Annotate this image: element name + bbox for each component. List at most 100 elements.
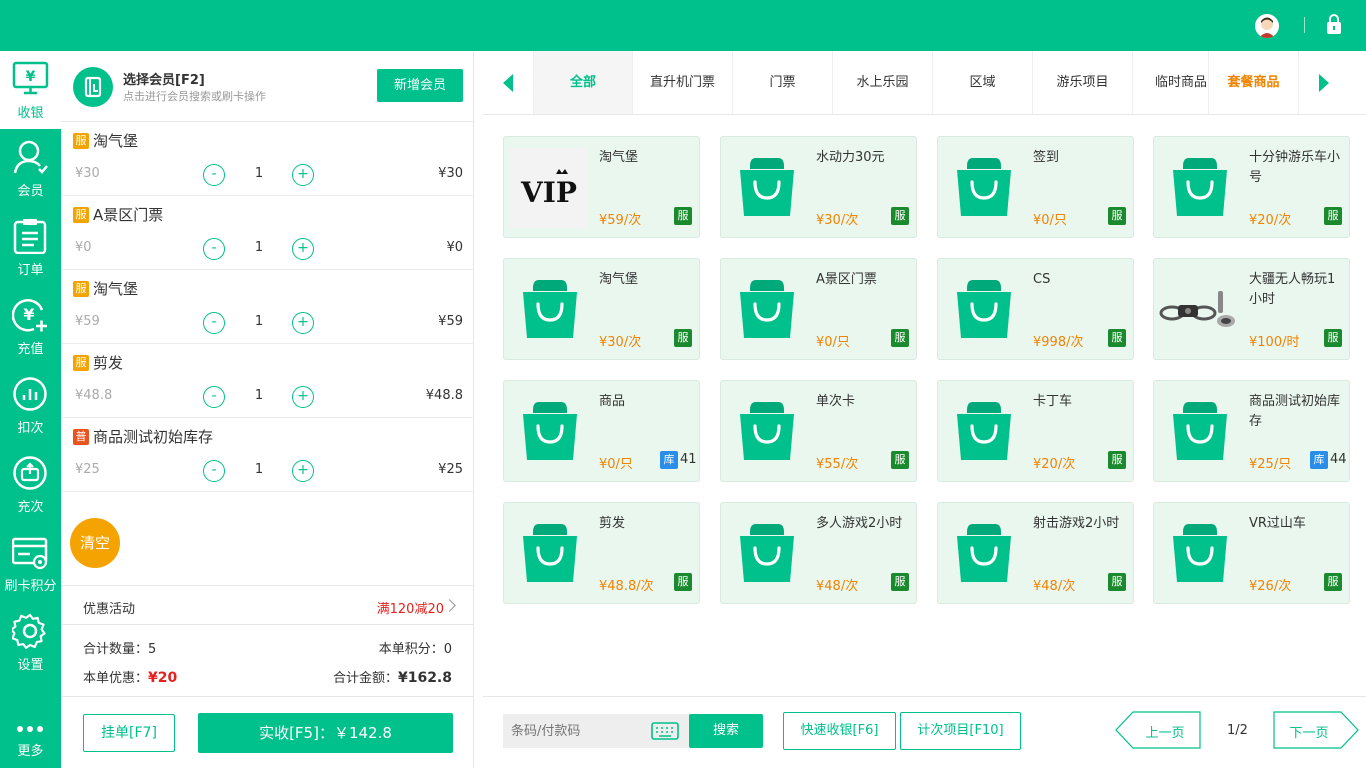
product-card[interactable]: 卡丁车 ¥20/次 服 — [937, 380, 1134, 482]
svg-text:¥: ¥ — [23, 305, 34, 324]
sidebar-item-label: 更多 — [17, 744, 44, 759]
sidebar-item-card-points[interactable]: 刷卡积分 — [0, 524, 61, 602]
prev-page-button[interactable]: 上一页 — [1115, 711, 1201, 749]
stock-tag: 库 — [1310, 451, 1328, 469]
sidebar-item-more[interactable]: 更多 — [0, 711, 61, 768]
decrease-qty-button[interactable]: - — [203, 312, 225, 334]
tab-all[interactable]: 全部 — [533, 51, 633, 114]
cart-item[interactable]: 服 淘气堡 ¥30 - 1 + ¥30 — [61, 122, 474, 196]
product-price: ¥48/次 — [1033, 579, 1076, 594]
service-tag: 服 — [1108, 573, 1126, 591]
order-discount-label: 本单优惠： — [83, 671, 149, 686]
add-member-button[interactable]: 新增会员 — [377, 69, 463, 102]
product-card[interactable]: 水动力30元 ¥30/次 服 — [720, 136, 917, 238]
increase-qty-button[interactable]: + — [292, 164, 314, 186]
increase-qty-button[interactable]: + — [292, 238, 314, 260]
product-card[interactable]: 商品测试初始库存 ¥25/只 库 44 — [1153, 380, 1350, 482]
sidebar-item-recharge[interactable]: ¥ 充值 — [0, 287, 61, 365]
product-name: 淘气堡 — [599, 272, 639, 287]
lock-icon[interactable] — [1326, 13, 1342, 39]
service-tag: 服 — [674, 207, 692, 225]
product-price: ¥0/只 — [1033, 213, 1067, 228]
product-card[interactable]: 商品 ¥0/只 库 41 — [503, 380, 700, 482]
service-tag: 服 — [1108, 451, 1126, 469]
promo-row[interactable]: 优惠活动 满120减20 — [61, 585, 474, 625]
member-select[interactable]: 选择会员[F2] 点击进行会员搜索或刷卡操作 新增会员 — [61, 51, 474, 122]
cart-item-qty[interactable]: 1 — [249, 314, 269, 329]
pay-button[interactable]: 实收[F5]：￥142.8 — [198, 713, 453, 753]
product-card[interactable]: 淘气堡 ¥30/次 服 — [503, 258, 700, 360]
service-tag: 服 — [674, 329, 692, 347]
cart-item-qty[interactable]: 1 — [249, 462, 269, 477]
product-card[interactable]: VIP 淘气堡 ¥59/次 服 — [503, 136, 700, 238]
service-tag: 服 — [891, 329, 909, 347]
shopping-bag-icon — [953, 278, 1015, 344]
sidebar-item-settings[interactable]: 设置 — [0, 603, 61, 681]
hold-order-button[interactable]: 挂单[F7] — [83, 714, 175, 752]
product-card[interactable]: 剪发 ¥48.8/次 服 — [503, 502, 700, 604]
stock-count: 41 — [680, 452, 697, 467]
product-card[interactable]: 大疆无人畅玩1小时 ¥100/时 服 — [1153, 258, 1350, 360]
tab-helicopter-tickets[interactable]: 直升机门票 — [633, 51, 733, 114]
order-points-label: 本单积分： — [378, 642, 444, 657]
sidebar-item-orders[interactable]: 订单 — [0, 208, 61, 286]
decrease-qty-button[interactable]: - — [203, 460, 225, 482]
shopping-bag-icon — [736, 156, 798, 222]
product-card[interactable]: CS ¥998/次 服 — [937, 258, 1134, 360]
cart-item[interactable]: 服 剪发 ¥48.8 - 1 + ¥48.8 — [61, 344, 474, 418]
cart-item[interactable]: 普 商品测试初始库存 ¥25 - 1 + ¥25 — [61, 418, 474, 492]
user-avatar-icon[interactable] — [1255, 14, 1279, 38]
product-card[interactable]: 射击游戏2小时 ¥48/次 服 — [937, 502, 1134, 604]
clear-cart-button[interactable]: 清空 — [70, 518, 120, 568]
tab-temp-goods[interactable]: 临时商品 — [1133, 51, 1209, 114]
tab-package-goods[interactable]: 套餐商品 — [1209, 51, 1299, 114]
increase-qty-button[interactable]: + — [292, 312, 314, 334]
product-name: 签到 — [1033, 150, 1060, 165]
increase-qty-button[interactable]: + — [292, 460, 314, 482]
cart-item[interactable]: 服 淘气堡 ¥59 - 1 + ¥59 — [61, 270, 474, 344]
decrease-qty-button[interactable]: - — [203, 386, 225, 408]
shopping-bag-icon — [736, 400, 798, 466]
cart-item-qty[interactable]: 1 — [249, 166, 269, 181]
service-tag: 服 — [1108, 207, 1126, 225]
cart-item-total: ¥48.8 — [425, 388, 463, 403]
product-price: ¥55/次 — [816, 457, 859, 472]
quick-checkout-button[interactable]: 快速收银[F6] — [783, 712, 896, 750]
search-button[interactable]: 搜索 — [689, 714, 763, 748]
sidebar-item-add-times[interactable]: 充次 — [0, 445, 61, 523]
increase-qty-button[interactable]: + — [292, 386, 314, 408]
next-page-button[interactable]: 下一页 — [1273, 711, 1359, 749]
product-card[interactable]: A景区门票 ¥0/只 服 — [720, 258, 917, 360]
product-card[interactable]: 签到 ¥0/只 服 — [937, 136, 1134, 238]
service-badge: 服 — [73, 281, 89, 297]
tab-tickets[interactable]: 门票 — [733, 51, 833, 114]
shopping-bag-icon — [1169, 400, 1231, 466]
sidebar-item-cashier[interactable]: ¥ 收银 — [0, 51, 61, 129]
decrease-qty-button[interactable]: - — [203, 238, 225, 260]
count-items-button[interactable]: 计次项目[F10] — [900, 712, 1021, 750]
vip-product-image: VIP — [510, 148, 588, 228]
sidebar-item-deduct[interactable]: 扣次 — [0, 366, 61, 444]
chevron-right-icon — [443, 599, 456, 612]
product-name: 剪发 — [599, 516, 626, 531]
sidebar-item-member[interactable]: 会员 — [0, 129, 61, 207]
tab-scroll-left-icon[interactable] — [503, 74, 513, 92]
cart-item-qty[interactable]: 1 — [249, 240, 269, 255]
product-price: ¥25/只 — [1249, 457, 1292, 472]
product-card[interactable]: VR过山车 ¥26/次 服 — [1153, 502, 1350, 604]
product-card[interactable]: 单次卡 ¥55/次 服 — [720, 380, 917, 482]
cart-item[interactable]: 服 A景区门票 ¥0 - 1 + ¥0 — [61, 196, 474, 270]
tab-area[interactable]: 区域 — [933, 51, 1033, 114]
order-points: 本单积分：0 — [379, 638, 452, 657]
keyboard-icon[interactable] — [651, 722, 679, 740]
tab-water-park[interactable]: 水上乐园 — [833, 51, 933, 114]
shopping-bag-icon — [519, 278, 581, 344]
tab-rides[interactable]: 游乐项目 — [1033, 51, 1133, 114]
product-card[interactable]: 十分钟游乐车小号 ¥20/次 服 — [1153, 136, 1350, 238]
decrease-qty-button[interactable]: - — [203, 164, 225, 186]
cart-item-qty[interactable]: 1 — [249, 388, 269, 403]
total-count-value: 5 — [148, 642, 157, 657]
product-card[interactable]: 多人游戏2小时 ¥48/次 服 — [720, 502, 917, 604]
tab-scroll-right-icon[interactable] — [1319, 74, 1329, 92]
promo-label: 优惠活动 — [83, 602, 136, 617]
